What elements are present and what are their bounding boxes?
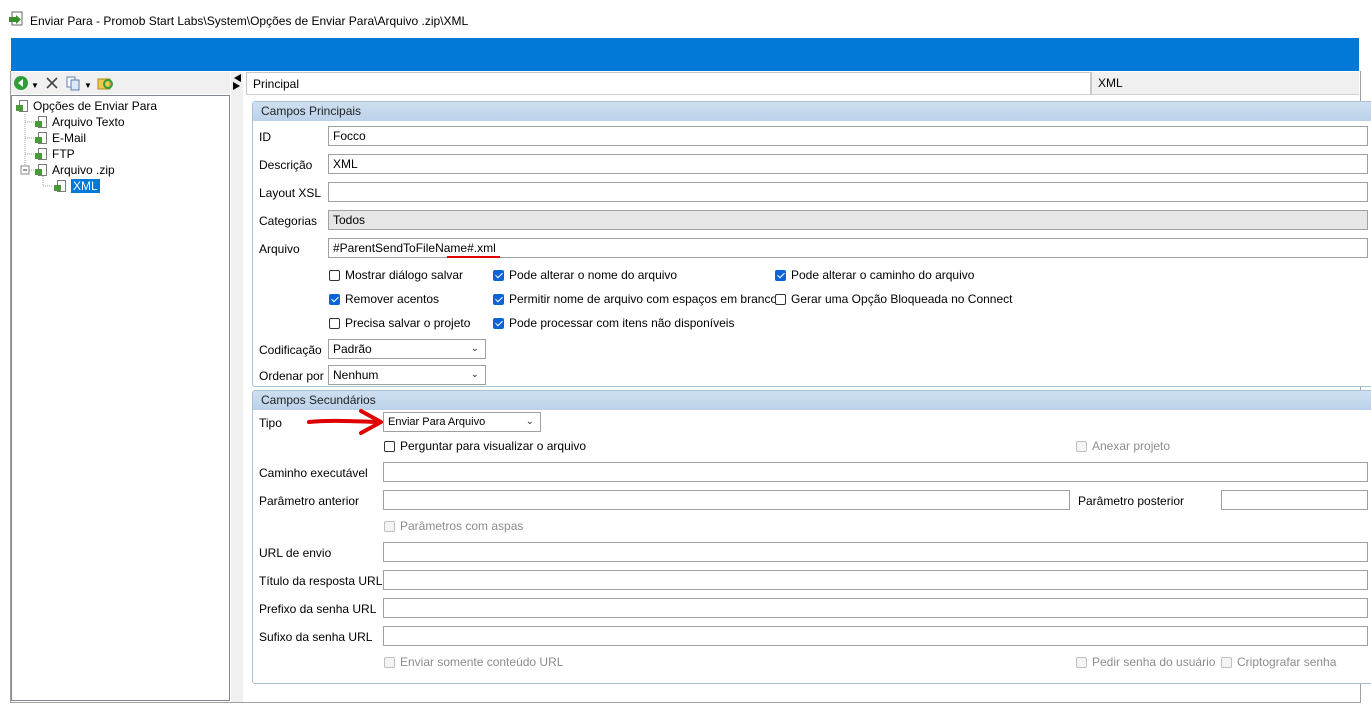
conteudo-url-checkbox[interactable]: Enviar somente conteúdo URL	[384, 655, 563, 669]
main-panel: Campos Principais ID Focco Descrição XML…	[246, 95, 1371, 702]
prefixo-senha-field[interactable]	[383, 598, 1368, 618]
back-dropdown-icon[interactable]: ▼	[31, 79, 39, 93]
copy-dropdown-icon[interactable]: ▼	[84, 79, 92, 93]
send-option-icon	[54, 179, 67, 193]
caminho-executavel-field[interactable]	[383, 462, 1368, 482]
send-option-icon	[35, 147, 48, 161]
categorias-field[interactable]: Todos	[328, 210, 1368, 230]
arquivo-value-ext: .xml	[473, 241, 496, 255]
sufixo-senha-label: Sufixo da senha URL	[259, 630, 373, 644]
id-field[interactable]: Focco	[328, 126, 1368, 146]
layout-xsl-field[interactable]	[328, 182, 1368, 202]
tab-strip: Principal XML	[246, 72, 1359, 95]
group-campos-principais: Campos Principais ID Focco Descrição XML…	[252, 101, 1371, 387]
copy-icon[interactable]	[65, 75, 81, 91]
ordenar-por-select[interactable]: Nenhum ⌄	[328, 365, 486, 385]
tipo-select[interactable]: Enviar Para Arquivo ⌄	[383, 412, 541, 432]
tab-xml[interactable]: XML	[1091, 72, 1359, 94]
alterar-nome-checkbox[interactable]: Pode alterar o nome do arquivo	[493, 268, 677, 282]
group-header: Campos Principais	[253, 102, 1371, 121]
descricao-field[interactable]: XML	[328, 154, 1368, 174]
descricao-label: Descrição	[259, 158, 313, 172]
parametro-posterior-field[interactable]	[1221, 490, 1368, 510]
options-icon	[16, 99, 29, 113]
caminho-executavel-label: Caminho executável	[259, 466, 368, 480]
red-arrow-annotation	[307, 409, 383, 435]
back-icon[interactable]	[13, 75, 29, 91]
url-envio-label: URL de envio	[259, 546, 332, 560]
app-icon	[9, 11, 23, 26]
tipo-label: Tipo	[259, 416, 282, 430]
pedir-senha-checkbox[interactable]: Pedir senha do usuário	[1076, 655, 1215, 669]
chevron-down-icon: ⌄	[470, 343, 479, 354]
parametro-anterior-label: Parâmetro anterior	[259, 494, 360, 508]
codificacao-select[interactable]: Padrão ⌄	[328, 339, 486, 359]
anexar-projeto-checkbox[interactable]: Anexar projeto	[1076, 439, 1170, 453]
options-tree: Opções de Enviar Para Arquivo Texto E-Ma…	[11, 95, 230, 701]
collapse-arrows-icon[interactable]	[232, 73, 242, 91]
send-option-icon	[35, 115, 48, 129]
perguntar-visualizar-checkbox[interactable]: Perguntar para visualizar o arquivo	[384, 439, 586, 453]
chevron-down-icon: ⌄	[470, 369, 479, 380]
send-option-icon	[35, 131, 48, 145]
layout-xsl-label: Layout XSL	[259, 186, 322, 200]
refresh-icon[interactable]	[97, 75, 113, 91]
tree-item-arquivo-zip[interactable]: Arquivo .zip	[35, 163, 115, 177]
prefixo-senha-label: Prefixo da senha URL	[259, 602, 377, 616]
id-label: ID	[259, 130, 271, 144]
tree-root[interactable]: Opções de Enviar Para	[16, 99, 157, 113]
tab-principal[interactable]: Principal	[246, 72, 1091, 94]
parametro-posterior-label: Parâmetro posterior	[1078, 494, 1185, 508]
categorias-label: Categorias	[259, 214, 318, 228]
group-campos-secundarios: Campos Secundários Tipo Enviar Para Arqu…	[252, 390, 1371, 684]
title-bar: Enviar Para - Promob Start Labs\System\O…	[0, 0, 1371, 38]
tree-item-ftp[interactable]: FTP	[35, 147, 75, 161]
arquivo-value-name: #ParentSendToFileName#	[333, 241, 474, 255]
parametros-aspas-checkbox[interactable]: Parâmetros com aspas	[384, 519, 523, 533]
tree-item-arquivo-texto[interactable]: Arquivo Texto	[35, 115, 125, 129]
parametro-anterior-field[interactable]	[383, 490, 1070, 510]
accent-bar	[11, 38, 1359, 71]
alterar-caminho-checkbox[interactable]: Pode alterar o caminho do arquivo	[775, 268, 974, 282]
send-option-icon	[35, 163, 48, 177]
group-header: Campos Secundários	[253, 391, 1371, 410]
arquivo-label: Arquivo	[259, 242, 300, 256]
itens-indisponiveis-checkbox[interactable]: Pode processar com itens não disponíveis	[493, 316, 734, 330]
permitir-espacos-checkbox[interactable]: Permitir nome de arquivo com espaços em …	[493, 292, 777, 306]
ordenar-por-label: Ordenar por	[259, 369, 324, 383]
titulo-resposta-field[interactable]	[383, 570, 1368, 590]
opcao-bloqueada-checkbox[interactable]: Gerar uma Opção Bloqueada no Connect	[775, 292, 1012, 306]
window-title: Enviar Para - Promob Start Labs\System\O…	[30, 14, 469, 28]
arquivo-field[interactable]: #ParentSendToFileName#.xml	[328, 238, 1368, 258]
mostrar-dialogo-checkbox[interactable]: Mostrar diálogo salvar	[329, 268, 463, 282]
panel-splitter[interactable]	[231, 72, 243, 702]
tree-item-email[interactable]: E-Mail	[35, 131, 86, 145]
codificacao-label: Codificação	[259, 343, 322, 357]
close-icon[interactable]	[45, 76, 59, 90]
titulo-resposta-label: Título da resposta URL	[259, 574, 383, 588]
url-envio-field[interactable]	[383, 542, 1368, 562]
tree-toolbar: ▼ ▼	[11, 72, 230, 94]
red-underline-annotation	[447, 256, 500, 258]
salvar-projeto-checkbox[interactable]: Precisa salvar o projeto	[329, 316, 470, 330]
tree-item-xml[interactable]: XML	[54, 179, 100, 193]
chevron-down-icon: ⌄	[525, 416, 534, 427]
criptografar-senha-checkbox[interactable]: Criptografar senha	[1221, 655, 1336, 669]
remover-acentos-checkbox[interactable]: Remover acentos	[329, 292, 439, 306]
sufixo-senha-field[interactable]	[383, 626, 1368, 646]
